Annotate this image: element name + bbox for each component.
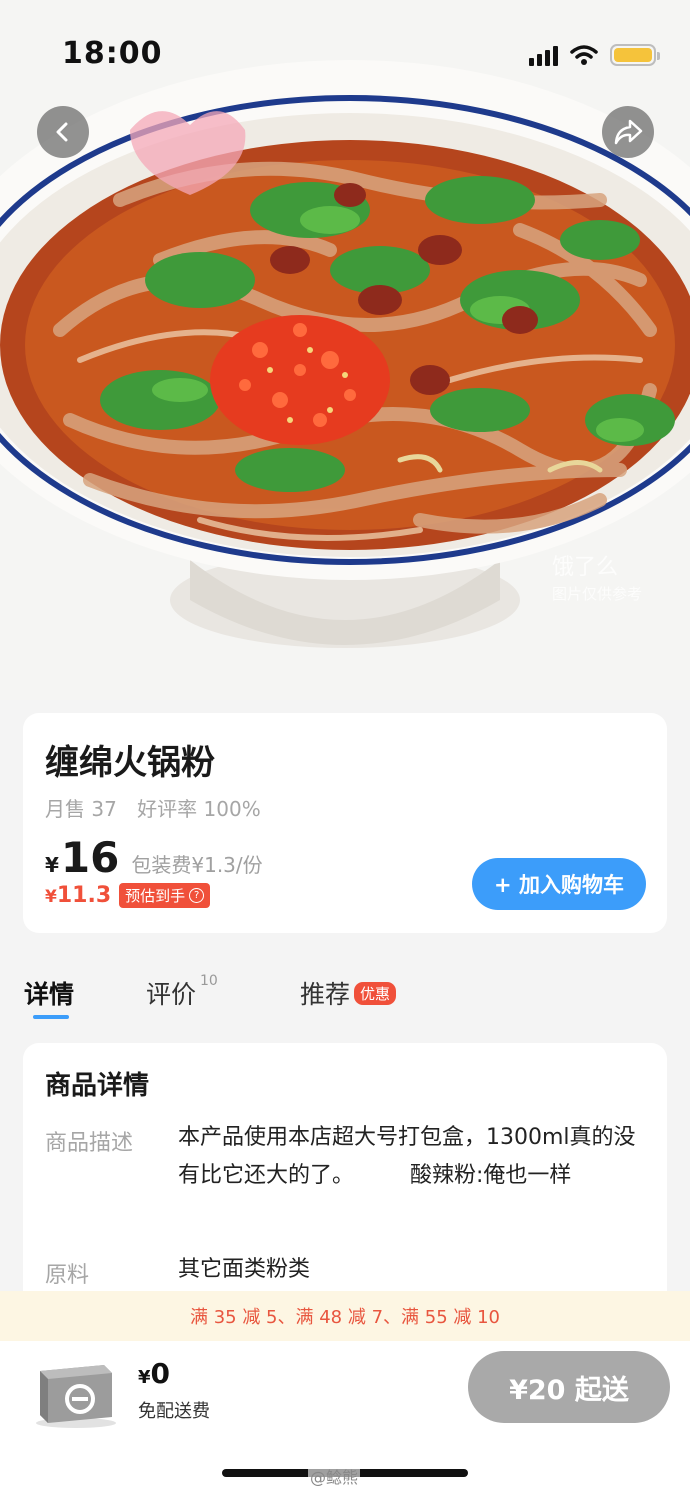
review-count: 10 [200,973,218,989]
cart-total: ¥0 [138,1357,171,1390]
delivery-fee-note: 免配送费 [138,1401,210,1422]
description-value: 本产品使用本店超大号打包盒，1300ml真的没有比它还大的了。 酸辣粉:俺也一样 [178,1125,636,1188]
tab-recommend[interactable]: 推荐 优惠 [300,975,397,1011]
back-button[interactable] [37,106,89,158]
monthly-sales: 月售 37 [45,797,117,821]
product-name: 缠绵火锅粉 [45,743,215,783]
status-time: 18:00 [62,36,163,71]
packaging-fee: 包装费¥1.3/份 [131,853,263,877]
share-button[interactable] [602,106,654,158]
product-info-card: 缠绵火锅粉 月售 37 好评率 100% ¥ 16 包装费¥1.3/份 ¥11.… [23,713,667,933]
estimated-label: 预估到手 [125,887,186,905]
price-currency: ¥ [45,853,59,877]
estimated-price: ¥11.3 [45,883,112,908]
share-icon [614,119,643,145]
battery-icon [610,44,660,66]
sales-stats: 月售 37 好评率 100% [45,793,275,822]
tab-details[interactable]: 详情 [24,975,74,1011]
tab-reviews[interactable]: 评价 10 [146,973,218,1011]
hero-watermark: 饿了么 图片仅供参考 [552,555,643,603]
signal-icon [529,44,558,66]
positive-rating: 好评率 100% [137,797,261,821]
price-row: ¥ 16 包装费¥1.3/份 [45,833,263,882]
question-icon: ? [189,888,205,903]
active-tab-indicator [33,1015,69,1019]
add-to-cart-button[interactable]: + 加入购物车 [472,858,646,910]
price-value: 16 [60,833,120,882]
weibo-watermark: @鲶熊 [308,1464,361,1488]
ingredients-label: 原料 [45,1263,90,1288]
back-arrow-icon [56,122,68,142]
discount-promo-strip[interactable]: 满 35 减 5、满 48 减 7、满 55 减 10 [0,1291,690,1341]
wifi-icon [570,45,598,65]
discount-badge: 优惠 [354,981,397,1005]
cart-box-icon[interactable] [30,1347,122,1429]
estimated-price-row: ¥11.3 预估到手 ? [45,883,211,908]
details-title: 商品详情 [45,1071,150,1101]
description-label: 商品描述 [45,1131,134,1156]
min-order-button[interactable]: ¥20 起送 [468,1351,670,1423]
ingredients-value: 其它面类粉类 [178,1257,311,1282]
estimated-label-badge[interactable]: 预估到手 ? [119,883,211,908]
status-icons [529,40,660,70]
